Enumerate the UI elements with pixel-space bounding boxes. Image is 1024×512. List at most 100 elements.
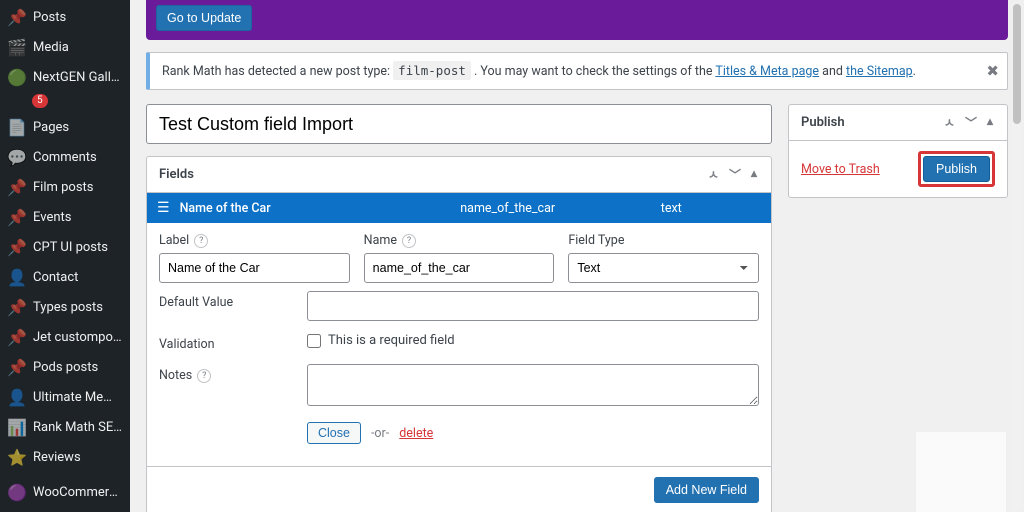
update-banner: Go to Update xyxy=(146,0,1008,40)
notice-text: Rank Math has detected a new post type: … xyxy=(162,64,916,79)
page-icon: 📄 xyxy=(8,118,26,136)
pin-icon: 📌 xyxy=(8,328,26,346)
or-separator: -or- xyxy=(371,426,389,441)
publish-panel: Publish ㅅ ﹀ ▴ Move to Trash Publish xyxy=(788,104,1008,198)
sidebar-item-jet-custompost[interactable]: 📌 Jet custompost xyxy=(0,322,130,352)
sidebar-item-media[interactable]: 🎬 Media xyxy=(0,32,130,62)
pin-icon: 📌 xyxy=(8,8,26,26)
field-type-select[interactable]: Text xyxy=(568,253,759,283)
delete-field-link[interactable]: delete xyxy=(399,426,433,441)
titles-meta-link[interactable]: Titles & Meta page xyxy=(715,64,819,79)
sidebar-item-rank-math-seo[interactable]: 📊 Rank Math SEO xyxy=(0,412,130,442)
help-icon[interactable]: ? xyxy=(197,369,211,383)
sidebar-item-label: CPT UI posts xyxy=(33,240,108,255)
sidebar-item-label: Jet custompost xyxy=(33,330,122,345)
rankmath-notice: Rank Math has detected a new post type: … xyxy=(146,52,1008,90)
pin-icon: 📌 xyxy=(8,238,26,256)
sidebar-item-film-posts[interactable]: 📌 Film posts xyxy=(0,172,130,202)
sidebar-item-label: Media xyxy=(33,40,69,55)
publish-panel-title: Publish xyxy=(801,115,845,130)
post-title-input[interactable] xyxy=(146,104,772,144)
person-icon: 👤 xyxy=(8,268,26,286)
panel-toggle-icon[interactable]: ▴ xyxy=(985,114,995,131)
sidebar-item-label: Rank Math SEO xyxy=(33,420,122,435)
sidebar-item-label: Pods posts xyxy=(33,360,98,375)
add-new-field-button[interactable]: Add New Field xyxy=(654,477,759,503)
comment-icon: 💬 xyxy=(8,148,26,166)
field-bar-name: name_of_the_car xyxy=(460,201,661,216)
notice-code: film-post xyxy=(393,61,471,80)
fields-panel-header: Fields ㅅ ﹀ ▴ xyxy=(147,157,771,193)
panel-up-icon[interactable]: ㅅ xyxy=(706,166,721,183)
woo-icon: 🟣 xyxy=(8,483,26,501)
dismiss-notice-button[interactable]: ✖ xyxy=(986,62,999,80)
panel-toggle-icon[interactable]: ▴ xyxy=(749,166,759,183)
validation-label: Validation xyxy=(159,337,215,352)
sidebar-item-pages[interactable]: 📄Pages xyxy=(0,112,130,142)
pin-icon: 📌 xyxy=(8,178,26,196)
field-name-input[interactable] xyxy=(364,253,555,283)
publish-highlight: Publish xyxy=(918,151,995,187)
pin-icon: 📌 xyxy=(8,298,26,316)
media-icon: 🎬 xyxy=(8,38,26,56)
sidebar-item-reviews[interactable]: ⭐ Reviews xyxy=(0,442,130,472)
drag-handle-icon[interactable]: ☰ xyxy=(157,200,170,216)
name-label: Name xyxy=(364,233,397,248)
gallery-icon: 🟢 xyxy=(8,68,26,86)
field-bar-title: Name of the Car xyxy=(180,201,461,216)
sidebar-item-label: Comments xyxy=(33,150,97,165)
pin-icon: 📌 xyxy=(8,358,26,376)
sidebar-item-ultimate-member[interactable]: 👤 Ultimate Member xyxy=(0,382,130,412)
publish-button[interactable]: Publish xyxy=(923,156,990,182)
sidebar-item-label: WooCommerce xyxy=(33,485,122,500)
panel-down-icon[interactable]: ﹀ xyxy=(727,166,743,183)
sidebar-item-label: Film posts xyxy=(33,180,94,195)
sidebar-item-nextgen-gallery[interactable]: 🟢 NextGEN Gallery xyxy=(0,62,130,92)
person-icon: 👤 xyxy=(8,388,26,406)
sidebar-item-pods-posts[interactable]: 📌 Pods posts xyxy=(0,352,130,382)
sidebar-item-cpt-ui-posts[interactable]: 📌 CPT UI posts xyxy=(0,232,130,262)
field-bar-type: text xyxy=(661,201,761,216)
scroll-thumb[interactable] xyxy=(1013,4,1021,124)
required-checkbox[interactable] xyxy=(307,334,321,348)
default-value-label: Default Value xyxy=(159,295,233,310)
sidebar-item-comments[interactable]: 💬 Comments xyxy=(0,142,130,172)
decorative-box xyxy=(916,432,1006,512)
go-to-update-button[interactable]: Go to Update xyxy=(156,5,252,31)
scrollbar[interactable] xyxy=(1012,2,1022,510)
move-to-trash-link[interactable]: Move to Trash xyxy=(801,162,880,177)
sidebar-item-contact[interactable]: 👤Contact xyxy=(0,262,130,292)
fields-panel: Fields ㅅ ﹀ ▴ ☰ Name of the Car name_of_t… xyxy=(146,156,772,512)
pin-icon: 📌 xyxy=(8,208,26,226)
sidebar-item-products[interactable]: 🔖Products xyxy=(0,507,130,512)
required-field-label[interactable]: This is a required field xyxy=(307,333,455,348)
sitemap-link[interactable]: the Sitemap xyxy=(846,64,913,79)
help-icon[interactable]: ? xyxy=(194,234,208,248)
type-label: Field Type xyxy=(568,233,624,248)
admin-sidebar: 📌 Posts 🎬 Media 🟢 NextGEN Gallery 5 📄Pages 💬 Comm… xyxy=(0,0,130,512)
default-value-input[interactable] xyxy=(307,291,759,321)
help-icon[interactable]: ? xyxy=(402,234,416,248)
chart-icon: 📊 xyxy=(8,418,26,436)
field-label-input[interactable] xyxy=(159,253,350,283)
panel-up-icon[interactable]: ㅅ xyxy=(942,114,957,131)
star-icon: ⭐ xyxy=(8,448,26,466)
fields-panel-title: Fields xyxy=(159,167,194,182)
close-field-button[interactable]: Close xyxy=(307,422,361,444)
sidebar-item-posts[interactable]: 📌 Posts xyxy=(0,2,130,32)
sidebar-item-label: Posts xyxy=(33,10,66,25)
update-badge: 5 xyxy=(32,94,48,108)
sidebar-item-label: Events xyxy=(33,210,71,225)
sidebar-item-events[interactable]: 📌 Events xyxy=(0,202,130,232)
sidebar-item-label: NextGEN Gallery xyxy=(33,70,122,85)
panel-down-icon[interactable]: ﹀ xyxy=(963,114,979,131)
content-area: Go to Update Rank Math has detected a ne… xyxy=(130,0,1024,512)
notes-label: Notes xyxy=(159,368,192,383)
notes-textarea[interactable] xyxy=(307,364,759,406)
sidebar-item-types-posts[interactable]: 📌Types posts xyxy=(0,292,130,322)
field-row-header[interactable]: ☰ Name of the Car name_of_the_car text xyxy=(147,193,771,223)
sidebar-item-label: Ultimate Member xyxy=(33,390,122,405)
label-label: Label xyxy=(159,233,189,248)
sidebar-item-label: Reviews xyxy=(33,450,81,465)
sidebar-item-woocommerce[interactable]: 🟣 WooCommerce xyxy=(0,477,130,507)
